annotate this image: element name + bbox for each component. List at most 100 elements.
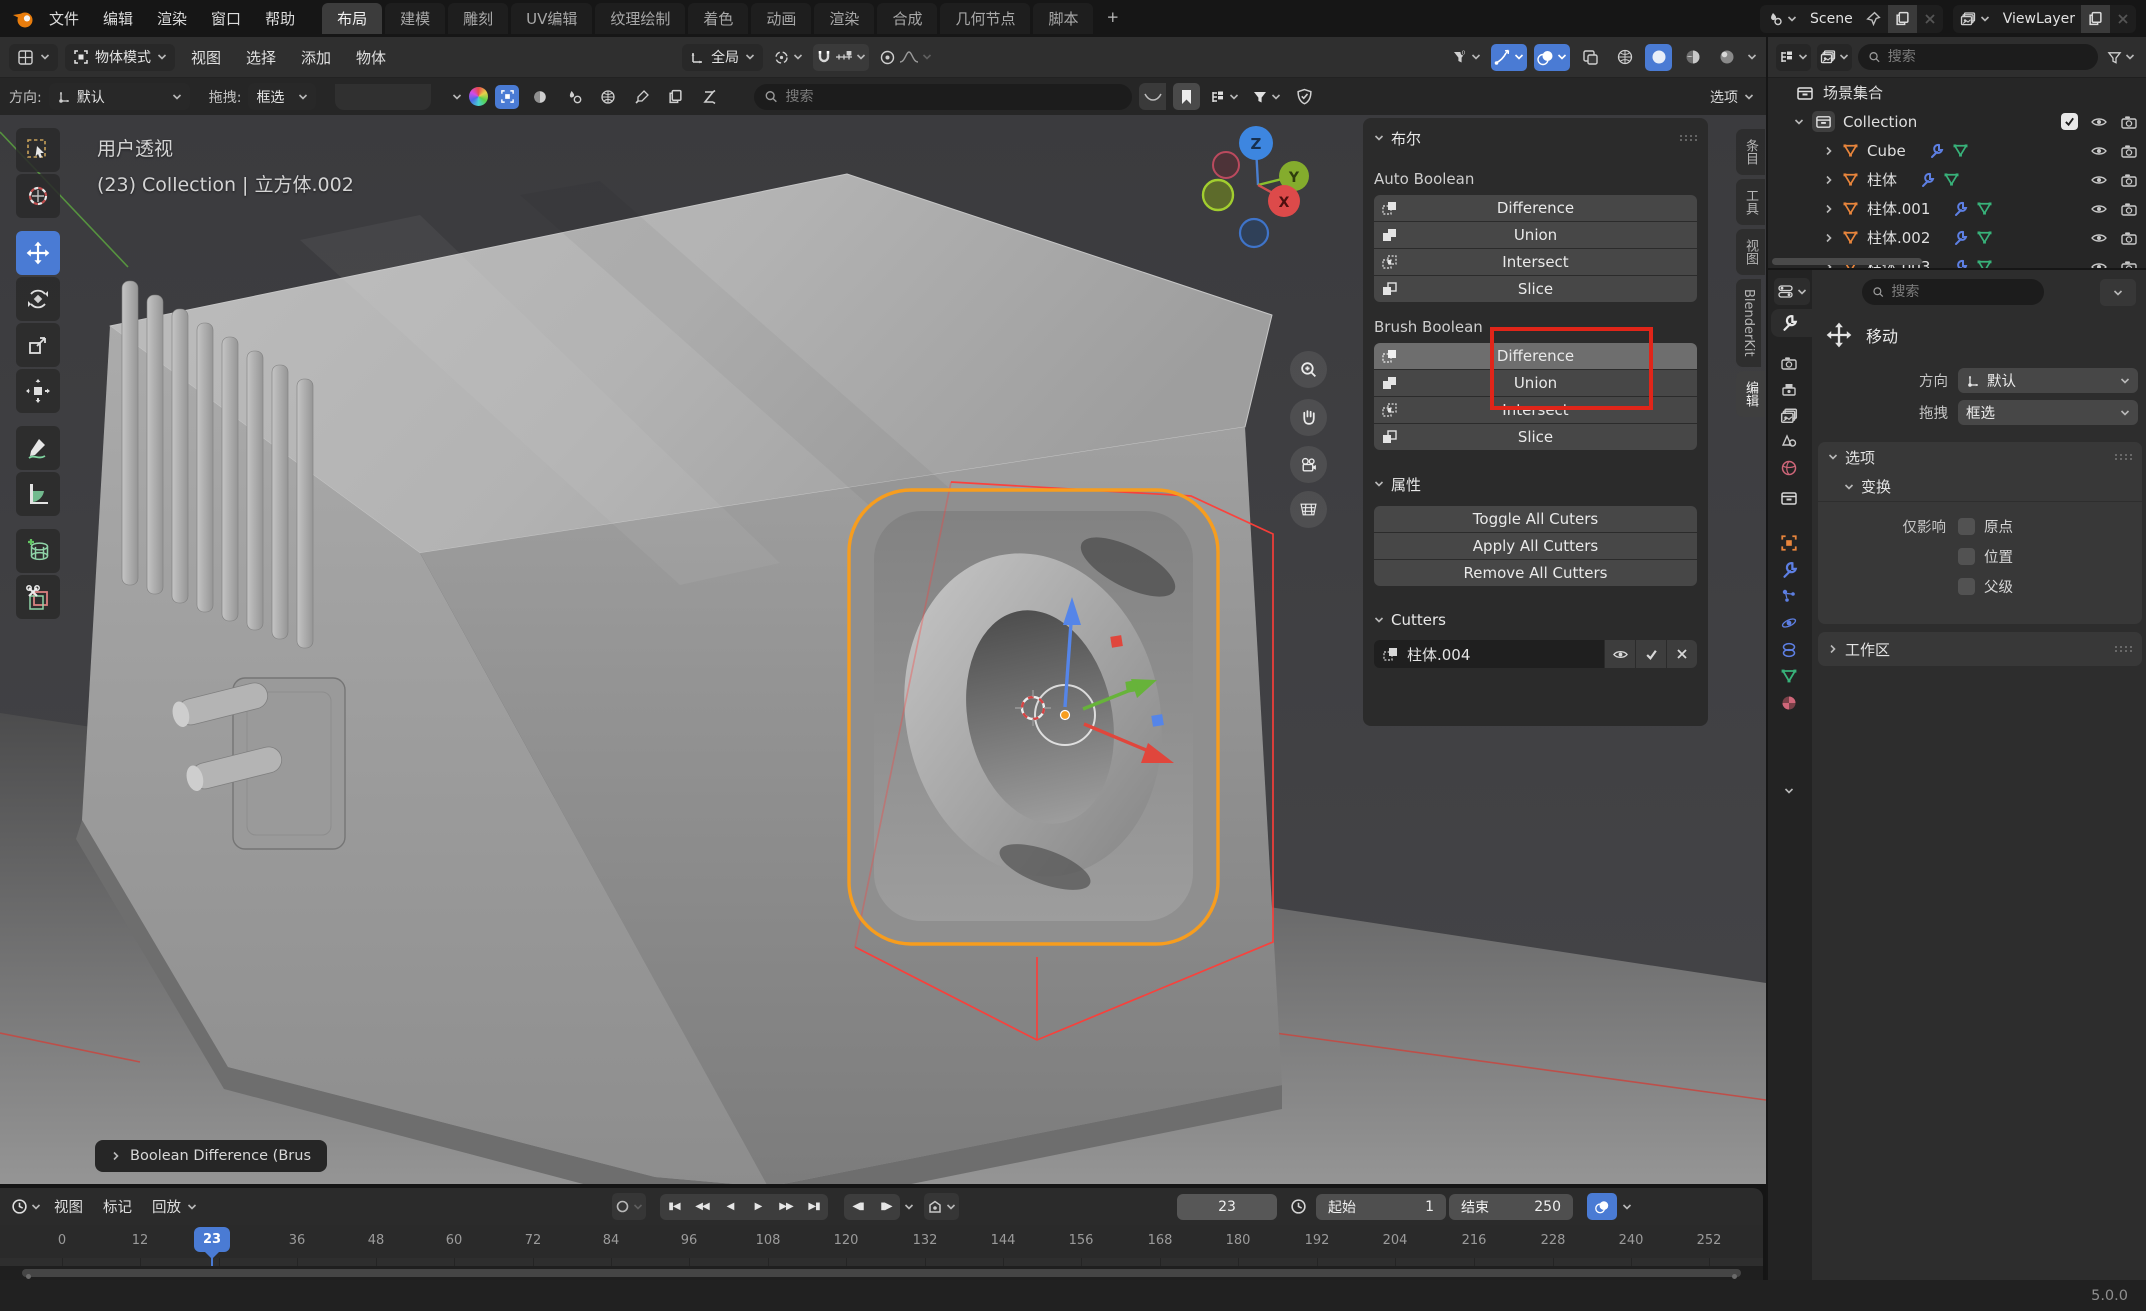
timeline-ruler[interactable]: 0 12 36 48 60 72 84 96 108 120 132 144 1… bbox=[0, 1225, 1763, 1258]
viewlayer-browse-icon[interactable] bbox=[1953, 5, 1997, 33]
tab-shading[interactable]: 着色 bbox=[688, 3, 748, 34]
auto-keying-toggle[interactable] bbox=[924, 1193, 959, 1220]
render-camera-icon[interactable] bbox=[2120, 113, 2138, 131]
next-keyframe-button[interactable]: ▶▶ bbox=[772, 1194, 800, 1220]
prev-keyframe-button[interactable]: ◀◀ bbox=[688, 1194, 716, 1220]
render-camera-icon[interactable] bbox=[2120, 171, 2138, 189]
tab-animation[interactable]: 动画 bbox=[751, 3, 811, 34]
outliner-row-object[interactable]: Cube bbox=[1768, 136, 2146, 165]
tab-modeling[interactable]: 建模 bbox=[385, 3, 445, 34]
transform-orientation-dropdown[interactable]: 全局 bbox=[682, 44, 763, 71]
menu-edit[interactable]: 编辑 bbox=[92, 4, 144, 33]
tab-rendering[interactable]: 渲染 bbox=[814, 3, 874, 34]
sync-range-chevron[interactable] bbox=[1622, 1203, 1632, 1211]
menu-add[interactable]: 添加 bbox=[292, 44, 340, 71]
frame-end-field[interactable]: 结束 250 bbox=[1449, 1194, 1573, 1220]
tab-uv-editing[interactable]: UV编辑 bbox=[511, 3, 592, 34]
ptab-scene[interactable] bbox=[1771, 427, 1812, 455]
menu-help[interactable]: 帮助 bbox=[254, 4, 306, 33]
current-frame-field[interactable]: 23 bbox=[1177, 1194, 1277, 1220]
panel-collapse-chevron[interactable] bbox=[1374, 134, 1384, 142]
render-camera-icon[interactable] bbox=[2120, 142, 2138, 160]
outliner-editor-dropdown[interactable] bbox=[1776, 44, 1811, 71]
color-wheel-icon[interactable] bbox=[469, 87, 488, 106]
tab-scripting[interactable]: 脚本 bbox=[1033, 3, 1093, 34]
3d-viewport[interactable]: 用户透视 (23) Collection | 立方体.002 Z Y X bbox=[0, 115, 1766, 1184]
tool-drag-dropdown[interactable]: 框选 bbox=[248, 83, 316, 110]
ptab-viewlayer[interactable] bbox=[1771, 402, 1812, 430]
cursor-tool[interactable] bbox=[16, 174, 60, 218]
expand-chevron[interactable] bbox=[1825, 233, 1833, 243]
brush-slice-button[interactable]: Slice bbox=[1374, 424, 1697, 450]
viewlayer-name[interactable]: ViewLayer bbox=[1997, 11, 2081, 27]
sidebar-tab-edit[interactable]: 编辑 bbox=[1736, 371, 1765, 417]
tool-orientation-dropdown[interactable]: 默认 bbox=[49, 83, 190, 110]
properties-options-chevron[interactable] bbox=[2100, 279, 2136, 306]
timeline-track[interactable] bbox=[0, 1258, 1763, 1266]
duplicate-pages-icon[interactable] bbox=[662, 83, 689, 110]
navigation-gizmo[interactable]: Z Y X bbox=[1190, 121, 1340, 261]
ptab-material[interactable] bbox=[1771, 689, 1812, 717]
outliner-row-scene-collection[interactable]: 场景集合 bbox=[1768, 78, 2146, 107]
play-reverse-button[interactable]: ◀ bbox=[716, 1194, 744, 1220]
transform-tool[interactable] bbox=[16, 369, 60, 413]
timeline-menu-playback[interactable]: 回放 bbox=[142, 1193, 207, 1220]
bookmark-icon[interactable] bbox=[1173, 83, 1200, 110]
ptab-constraints[interactable] bbox=[1771, 636, 1812, 664]
sync-range-toggle[interactable] bbox=[1587, 1193, 1617, 1220]
texture-mode-icon[interactable] bbox=[594, 83, 621, 110]
hide-eye-icon[interactable] bbox=[2090, 113, 2108, 131]
menu-object[interactable]: 物体 bbox=[347, 44, 395, 71]
ptab-output[interactable] bbox=[1771, 376, 1812, 404]
next-frame-button[interactable]: ▮▶ bbox=[872, 1194, 900, 1220]
viewport-search-input[interactable] bbox=[786, 89, 1123, 105]
add-workspace-button[interactable]: + bbox=[1096, 3, 1129, 34]
keying-set-dropdown[interactable] bbox=[612, 1193, 646, 1220]
ptab-render[interactable] bbox=[1771, 349, 1812, 377]
brush-tool-icon[interactable] bbox=[628, 83, 655, 110]
move-tool-active[interactable] bbox=[16, 231, 60, 275]
rotate-tool[interactable] bbox=[16, 277, 60, 321]
panel-grip-icon[interactable] bbox=[1679, 133, 1697, 143]
mode-dropdown[interactable]: 物体模式 bbox=[65, 44, 175, 71]
cutters-collapse-chevron[interactable] bbox=[1374, 616, 1384, 624]
frame-start-field[interactable]: 起始 1 bbox=[1316, 1194, 1446, 1220]
gizmo-plane-z[interactable] bbox=[1151, 714, 1164, 727]
hide-eye-icon[interactable] bbox=[2090, 142, 2108, 160]
tab-texture-paint[interactable]: 纹理绘制 bbox=[595, 3, 685, 34]
menu-render[interactable]: 渲染 bbox=[146, 4, 198, 33]
collection-checkbox[interactable] bbox=[2061, 113, 2078, 130]
pin-scene-icon[interactable] bbox=[1859, 5, 1888, 33]
sidebar-tab-view[interactable]: 视图 bbox=[1736, 229, 1765, 275]
filter-dropdown[interactable] bbox=[1249, 83, 1284, 110]
outliner-scrollbar[interactable] bbox=[1772, 258, 1922, 265]
operator-panel[interactable]: Boolean Difference (Brus bbox=[95, 1140, 327, 1172]
frame-step-chevron[interactable] bbox=[904, 1203, 914, 1211]
ptab-overflow-chevron[interactable] bbox=[1784, 787, 1794, 795]
ptab-particles[interactable] bbox=[1771, 582, 1812, 610]
transform-collapse-chevron[interactable] bbox=[1844, 483, 1854, 491]
cutter-remove-button[interactable] bbox=[1667, 640, 1697, 668]
outliner-row-collection[interactable]: Collection bbox=[1768, 107, 2146, 136]
snap-toggle-group[interactable] bbox=[813, 44, 869, 71]
pivot-point-dropdown[interactable] bbox=[770, 44, 806, 71]
ptab-world[interactable] bbox=[1771, 454, 1812, 482]
select-box-tool[interactable] bbox=[16, 128, 60, 172]
menu-file[interactable]: 文件 bbox=[38, 4, 90, 33]
hide-eye-icon[interactable] bbox=[2090, 200, 2108, 218]
outliner-display-mode-dropdown[interactable] bbox=[1817, 44, 1852, 71]
gizmo-plane-x[interactable] bbox=[1110, 635, 1123, 648]
tab-layout[interactable]: 布局 bbox=[322, 3, 382, 34]
asset-shelf-tab[interactable] bbox=[335, 84, 431, 110]
measure-tool[interactable] bbox=[16, 472, 60, 516]
object-mode-icon-active[interactable] bbox=[495, 85, 519, 109]
panel-grip-icon[interactable] bbox=[2114, 644, 2132, 654]
sidebar-tab-item[interactable]: 条目 bbox=[1736, 129, 1765, 175]
shading-solid-button[interactable] bbox=[1645, 44, 1672, 71]
apply-all-cutters-button[interactable]: Apply All Cutters bbox=[1374, 533, 1697, 559]
menu-window[interactable]: 窗口 bbox=[200, 4, 252, 33]
outliner-search-input[interactable] bbox=[1888, 49, 2088, 65]
axis-ball-neg-x[interactable] bbox=[1213, 152, 1239, 178]
mesh-object[interactable] bbox=[76, 174, 1282, 1184]
boxcutter-tool[interactable] bbox=[16, 575, 60, 619]
